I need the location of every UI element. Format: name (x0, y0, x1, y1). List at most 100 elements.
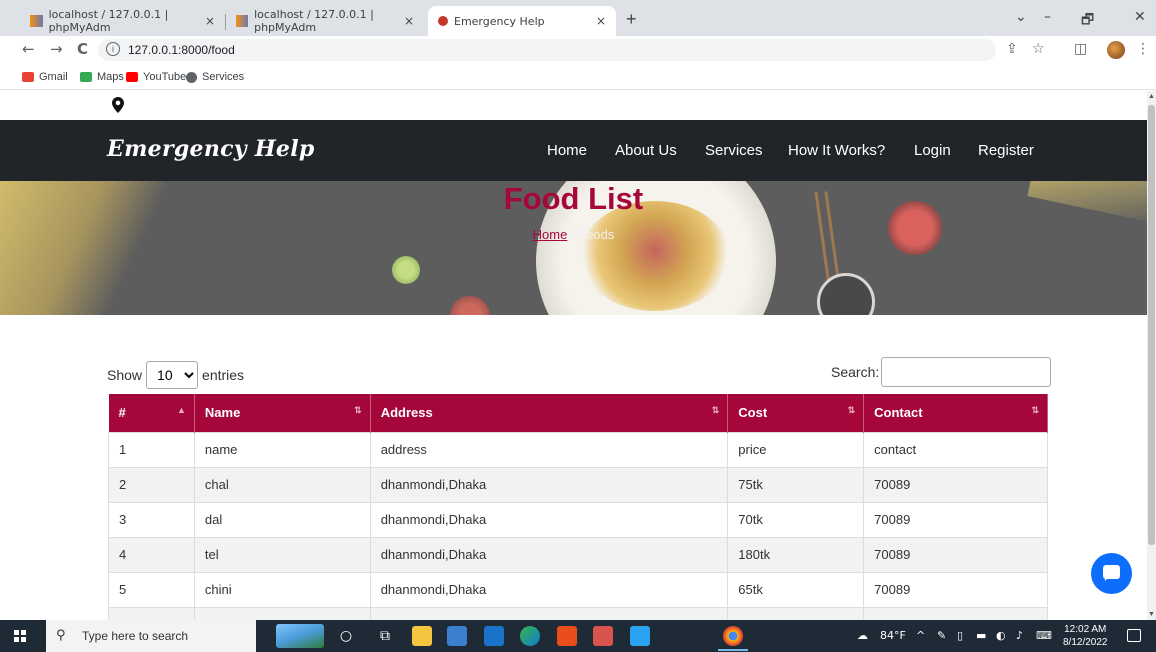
tab-close-icon[interactable]: × (404, 14, 414, 28)
search-input[interactable] (881, 357, 1052, 387)
tab-close-icon[interactable]: × (596, 14, 606, 28)
cortana-icon[interactable]: ○ (336, 626, 356, 646)
entries-select[interactable]: 10 (146, 361, 199, 389)
back-button[interactable]: ← (22, 40, 35, 58)
active-app-indicator (718, 649, 748, 651)
tray-chevron-icon[interactable]: ^ (916, 629, 925, 642)
cell-contact: 70089 (863, 466, 1048, 503)
volume-icon[interactable]: ♪ (1016, 629, 1023, 642)
cell-address: dhanmondi,Dhaka (369, 571, 729, 608)
weather-temperature[interactable]: 84°F (880, 629, 906, 642)
file-explorer-icon[interactable] (412, 626, 432, 646)
cell-address: dhanmondi,Dhaka (369, 536, 729, 573)
windows-start-button[interactable] (14, 630, 26, 642)
column-header-name[interactable]: Name ⇅ (194, 394, 371, 432)
cell-address: dhanmondi,Dhaka (369, 466, 729, 503)
share-icon[interactable]: ⇪ (1006, 41, 1018, 57)
chat-button[interactable] (1091, 553, 1132, 594)
tab-title: Emergency Help (454, 14, 545, 28)
reload-button[interactable]: C (77, 40, 88, 58)
nav-about-us[interactable]: About Us (615, 142, 677, 159)
column-header-number[interactable]: # ▲ (108, 394, 195, 432)
bookmark-label: Services (202, 71, 245, 83)
tab-search-chevron-icon[interactable]: ⌄ (1015, 9, 1027, 25)
nav-register[interactable]: Register (978, 142, 1034, 159)
cell-name: dal (193, 501, 371, 538)
cell-address: address (369, 431, 729, 468)
column-header-cost[interactable]: Cost ⇅ (727, 394, 865, 432)
breadcrumb-separator: / (570, 227, 575, 242)
cell-cost: price (727, 431, 865, 468)
chrome-icon[interactable] (723, 626, 743, 646)
column-header-contact[interactable]: Contact ⇅ (863, 394, 1048, 432)
phpmyadmin-icon (30, 15, 43, 27)
pen-icon[interactable]: ✎ (937, 629, 946, 642)
search-highlight-image[interactable] (276, 624, 324, 648)
sort-icon: ⇅ (1031, 405, 1039, 415)
cell-contact: 70089 (863, 536, 1048, 573)
windows-taskbar: ⚲ Type here to search ○ ⧉ ☁ 84°F ^ ✎ ▯ ▬… (0, 620, 1156, 652)
taskbar-clock[interactable]: 12:02 AM 8/12/2022 (1063, 623, 1108, 649)
forward-button[interactable]: → (50, 40, 63, 58)
profile-avatar[interactable] (1107, 41, 1125, 59)
office-icon[interactable] (557, 626, 577, 646)
cell-address (369, 606, 729, 620)
meet-icon[interactable]: ▯ (957, 629, 963, 642)
tab-title: localhost / 127.0.0.1 | phpMyAdm (48, 8, 169, 34)
url-text[interactable]: 127.0.0.1:8000/food (128, 43, 235, 57)
close-window-button[interactable]: ✕ (1134, 9, 1146, 25)
scroll-down-icon[interactable]: ▼ (1148, 611, 1155, 618)
task-view-icon[interactable]: ⧉ (375, 626, 395, 646)
minimize-button[interactable]: – (1044, 9, 1051, 25)
cell-number: 3 (108, 501, 195, 538)
browser-tab-bar: localhost / 127.0.0.1 | phpMyAdm × local… (0, 0, 1156, 36)
scrollbar-thumb[interactable] (1148, 105, 1155, 545)
nav-login[interactable]: Login (914, 142, 951, 159)
youtube-icon (126, 72, 138, 82)
nav-services[interactable]: Services (705, 142, 763, 159)
table-row: 2 chal dhanmondi,Dhaka 75tk 70089 (108, 466, 1048, 503)
browser-tab-phpmyadmin-2[interactable]: localhost / 127.0.0.1 | phpMyAdm × (226, 6, 424, 36)
bookmark-youtube[interactable]: YouTube (126, 71, 186, 83)
bookmark-services[interactable]: Services (186, 71, 244, 83)
microsoft-store-icon[interactable] (447, 626, 467, 646)
cell-contact: 70089 (863, 571, 1048, 608)
xampp-icon[interactable] (593, 626, 613, 646)
cell-cost: 70tk (727, 501, 865, 538)
scroll-up-icon[interactable]: ▲ (1148, 93, 1155, 100)
chat-bubble-tail (1105, 577, 1109, 581)
nav-home[interactable]: Home (547, 142, 587, 159)
maximize-button[interactable]: 🗗 (1081, 9, 1094, 33)
mail-icon[interactable] (484, 626, 504, 646)
bookmark-gmail[interactable]: Gmail (22, 71, 68, 83)
tab-close-icon[interactable]: × (205, 14, 215, 28)
notification-center-icon[interactable] (1127, 629, 1141, 642)
side-panel-icon[interactable]: ◫ (1074, 41, 1087, 57)
battery-icon[interactable]: ▬ (976, 629, 986, 642)
network-icon[interactable]: ◐ (996, 629, 1006, 642)
nav-how-it-works[interactable]: How It Works? (788, 142, 885, 159)
url-omnibox[interactable]: i 127.0.0.1:8000/food (98, 39, 996, 61)
browser-menu-icon[interactable]: ⋮ (1136, 41, 1150, 57)
site-info-icon[interactable]: i (106, 42, 120, 56)
browser-tab-phpmyadmin-1[interactable]: localhost / 127.0.0.1 | phpMyAdm × (20, 6, 225, 36)
table-row: 1 name address price contact (108, 431, 1048, 468)
page-scrollbar[interactable]: ▲ ▼ (1147, 91, 1156, 620)
bookmark-star-icon[interactable]: ☆ (1032, 41, 1045, 57)
edge-icon[interactable] (520, 626, 540, 646)
browser-tab-emergency-help[interactable]: Emergency Help × (428, 6, 616, 36)
weather-icon[interactable]: ☁ (857, 629, 868, 642)
page-title: Food List (503, 181, 644, 216)
site-brand-logo[interactable]: Emergency Help (107, 136, 315, 162)
new-tab-button[interactable]: + (626, 10, 637, 28)
taskbar-search-box[interactable]: ⚲ Type here to search (46, 620, 256, 652)
keyboard-icon[interactable]: ⌨ (1036, 629, 1052, 642)
tab-title: localhost / 127.0.0.1 | phpMyAdm (254, 8, 374, 34)
web-page: Emergency Help Home About Us Services Ho… (0, 91, 1147, 620)
breadcrumb-home-link[interactable]: Home (533, 227, 568, 242)
column-header-address[interactable]: Address ⇅ (370, 394, 729, 432)
vscode-icon[interactable] (630, 626, 650, 646)
show-label: Show (107, 367, 143, 383)
bookmark-maps[interactable]: Maps (80, 71, 124, 83)
cell-cost: 75tk (727, 466, 865, 503)
